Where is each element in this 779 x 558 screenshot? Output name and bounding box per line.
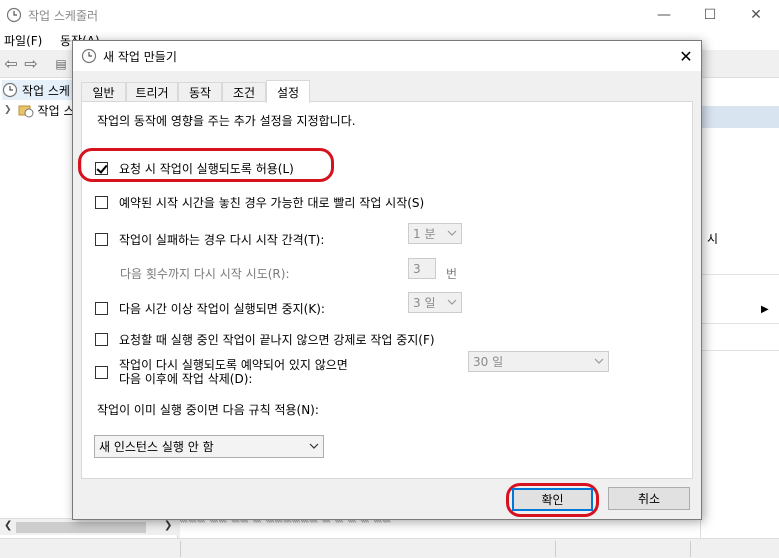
force-stop-label[interactable]: 요청할 때 실행 중인 작업이 끝나지 않으면 강제로 작업 중지(F) xyxy=(119,331,435,348)
tab-general[interactable]: 일반 xyxy=(81,82,126,102)
main-close-button[interactable]: ✕ xyxy=(733,0,779,30)
create-task-dialog: 새 작업 만들기 ✕ 일반 트리거 동작 조건 설정 작업의 동작에 영향을 주… xyxy=(72,40,702,520)
restart-interval-value: 1 분 xyxy=(413,227,436,241)
status-segment xyxy=(180,541,181,557)
delete-after-value: 30 일 xyxy=(473,355,504,369)
tab-settings[interactable]: 설정 xyxy=(266,80,310,103)
chevron-right-icon[interactable]: ❯ xyxy=(4,105,12,115)
allow-on-demand-label[interactable]: 요청 시 작업이 실행되도록 허용(L) xyxy=(119,160,294,177)
clock-icon xyxy=(6,7,22,23)
folder-clock-icon xyxy=(18,105,34,118)
rule-select[interactable]: 새 인스턴스 실행 안 함 xyxy=(94,435,324,458)
delete-expired-checkbox[interactable] xyxy=(95,365,108,379)
scroll-right-icon[interactable]: ❯ xyxy=(164,520,172,531)
delete-expired-label-line1: 작업이 다시 실행되도록 예약되어 있지 않으면 xyxy=(119,358,348,372)
tab-triggers[interactable]: 트리거 xyxy=(126,82,178,102)
restart-on-fail-label[interactable]: 작업이 실패하는 경우 다시 시작 간격(T): xyxy=(119,231,324,248)
clock-icon xyxy=(2,82,18,98)
settings-panel: 작업의 동작에 영향을 주는 추가 설정을 지정합니다. 요청 시 작업이 실행… xyxy=(78,101,693,479)
forward-arrow-icon[interactable]: ⇨ xyxy=(22,55,40,73)
chevron-down-icon xyxy=(594,358,604,364)
chevron-down-icon xyxy=(447,299,457,305)
maximize-button[interactable]: ☐ xyxy=(687,0,733,30)
force-stop-checkbox[interactable] xyxy=(95,333,108,346)
chevron-down-icon xyxy=(447,230,457,236)
minimize-button[interactable]: — xyxy=(641,0,687,30)
option-restart-attempts: 다음 횟수까지 다시 시작 시도(R): xyxy=(120,265,289,282)
option-delete-expired[interactable]: 작업이 다시 실행되도록 예약되어 있지 않으면 다음 이후에 작업 삭제(D)… xyxy=(95,358,348,386)
clock-icon xyxy=(81,48,97,64)
dialog-titlebar: 새 작업 만들기 ✕ xyxy=(73,41,701,71)
actions-pane: 시 ▶ xyxy=(700,78,779,538)
scrollbar-thumb[interactable] xyxy=(16,522,146,533)
divider xyxy=(701,274,779,275)
option-restart-on-fail[interactable]: 작업이 실패하는 경우 다시 시작 간격(T): xyxy=(95,231,324,248)
delete-expired-label[interactable]: 작업이 다시 실행되도록 예약되어 있지 않으면 다음 이후에 작업 삭제(D)… xyxy=(119,358,348,386)
option-run-asap[interactable]: 예약된 시작 시간을 놓친 경우 가능한 대로 빨리 작업 시작(S) xyxy=(95,194,424,211)
tab-actions[interactable]: 동작 xyxy=(178,82,222,102)
statusbar xyxy=(0,538,779,558)
ok-button[interactable]: 확인 xyxy=(512,488,593,511)
settings-description: 작업의 동작에 영향을 주는 추가 설정을 지정합니다. xyxy=(97,114,356,128)
tree-item-library[interactable]: ❯ 작업 스 xyxy=(4,100,74,120)
rule-select-value: 새 인스턴스 실행 안 함 xyxy=(99,440,214,454)
tree-item-label: 작업 스 xyxy=(37,103,75,118)
tree-item-label: 작업 스케 xyxy=(22,83,70,98)
divider xyxy=(701,323,779,324)
back-arrow-icon[interactable]: ⇦ xyxy=(2,55,20,73)
restart-attempts-value: 3 xyxy=(413,261,421,276)
run-asap-label[interactable]: 예약된 시작 시간을 놓친 경우 가능한 대로 빨리 작업 시작(S) xyxy=(119,194,424,211)
dialog-title: 새 작업 만들기 xyxy=(103,50,177,64)
status-segment xyxy=(555,541,556,557)
divider xyxy=(701,350,779,351)
restart-on-fail-checkbox[interactable] xyxy=(95,233,108,246)
stop-duration-value: 3 일 xyxy=(413,296,436,310)
dialog-close-button[interactable]: ✕ xyxy=(671,41,701,71)
stop-duration-combo[interactable]: 3 일 xyxy=(408,292,462,313)
delete-expired-label-line2: 다음 이후에 작업 삭제(D): xyxy=(119,372,253,386)
stop-if-longer-checkbox[interactable] xyxy=(95,302,108,315)
actions-header xyxy=(701,106,779,128)
option-stop-if-longer[interactable]: 다음 시간 이상 작업이 실행되면 중지(K): xyxy=(95,300,325,317)
restart-interval-combo[interactable]: 1 분 xyxy=(408,223,462,244)
delete-after-combo[interactable]: 30 일 xyxy=(468,351,609,372)
restart-attempts-unit: 번 xyxy=(446,267,458,281)
stop-if-longer-label[interactable]: 다음 시간 이상 작업이 실행되면 중지(K): xyxy=(119,300,325,317)
option-force-stop[interactable]: 요청할 때 실행 중인 작업이 끝나지 않으면 강제로 작업 중지(F) xyxy=(95,331,435,348)
actions-item-partial[interactable]: 시 xyxy=(707,230,718,247)
triangle-right-icon[interactable]: ▶ xyxy=(761,304,769,315)
menu-file[interactable]: 파일(F) xyxy=(4,32,42,49)
tree-horizontal-scrollbar[interactable]: ❮ ❯ xyxy=(0,518,178,535)
tab-conditions[interactable]: 조건 xyxy=(222,82,266,102)
chevron-down-icon xyxy=(309,443,319,449)
rule-label: 작업이 이미 실행 중이면 다음 규칙 적용(N): xyxy=(97,403,319,417)
run-asap-checkbox[interactable] xyxy=(95,196,108,209)
cancel-button[interactable]: 취소 xyxy=(608,487,690,510)
status-segment xyxy=(690,541,691,557)
allow-on-demand-checkbox[interactable] xyxy=(95,162,108,175)
main-titlebar: 작업 스케줄러 — ☐ ✕ xyxy=(0,0,779,30)
console-tree-icon[interactable]: ▤ xyxy=(52,55,70,73)
option-allow-on-demand[interactable]: 요청 시 작업이 실행되도록 허용(L) xyxy=(95,160,294,177)
scroll-left-icon[interactable]: ❮ xyxy=(4,520,12,531)
restart-attempts-label: 다음 횟수까지 다시 시작 시도(R): xyxy=(120,267,290,281)
main-window-title: 작업 스케줄러 xyxy=(28,9,99,23)
restart-attempts-input[interactable]: 3 xyxy=(408,258,436,279)
